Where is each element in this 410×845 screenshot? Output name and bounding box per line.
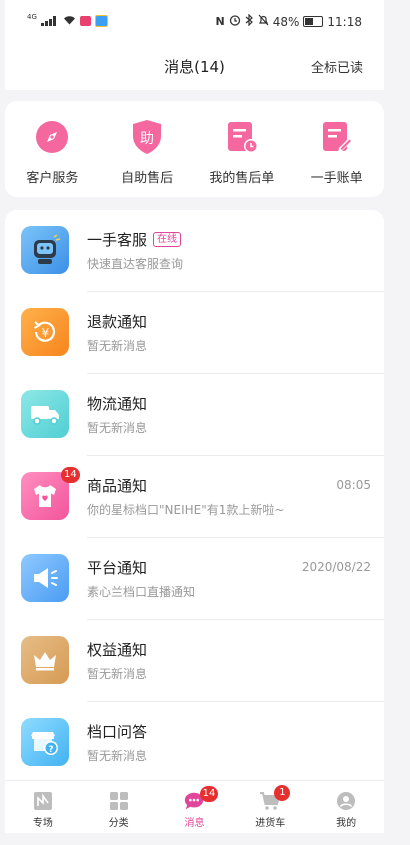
clock: 11:18 <box>327 14 362 29</box>
quick-entry-label: 我的售后单 <box>209 171 275 186</box>
battery-level: 48% <box>272 14 300 29</box>
tab-label: 消息 <box>184 818 205 829</box>
tab-cart[interactable]: 1 进货车 <box>232 781 308 833</box>
message-preview: 你的星标档口"NEIHE"有1款上新啦~ <box>87 503 285 517</box>
signal-icon <box>40 16 59 26</box>
message-title: 平台通知 <box>87 559 148 577</box>
message-title: 物流通知 <box>87 395 148 413</box>
status-bar: 4G N 48% 11:18 <box>5 0 384 40</box>
tab-messages[interactable]: 14 消息 <box>157 781 233 833</box>
cart-count-badge: 1 <box>274 785 291 801</box>
message-time: 2020/08/22 <box>301 560 371 574</box>
bluetooth-icon <box>245 13 254 29</box>
svg-text:助: 助 <box>140 131 154 147</box>
message-title: 商品通知 <box>87 477 148 495</box>
tab-label: 专场 <box>32 818 53 829</box>
message-title: 一手客服 <box>87 231 148 249</box>
message-preview: 暂无新消息 <box>87 749 148 763</box>
tab-profile[interactable]: 我的 <box>308 781 384 833</box>
message-preview: 暂无新消息 <box>87 421 148 435</box>
message-preview: 暂无新消息 <box>87 667 148 681</box>
tab-category[interactable]: 分类 <box>81 781 157 833</box>
message-item-qa[interactable]: ? 档口问答 暂无新消息 <box>5 702 384 780</box>
unread-count-badge: 14 <box>61 467 80 483</box>
tab-label: 进货车 <box>255 818 286 829</box>
svg-text:?: ? <box>48 745 53 755</box>
message-item-product[interactable]: 14 商品通知 08:05 你的星标档口"NEIHE"有1款上新啦~ <box>5 456 384 538</box>
tab-label: 分类 <box>108 818 129 829</box>
app-notification-icon <box>79 16 91 26</box>
quick-entries: 客户服务 助 自助售后 我的售后单 一手账单 <box>5 101 384 197</box>
battery-icon <box>303 16 324 27</box>
message-preview: 素心兰档口直播通知 <box>87 585 196 599</box>
mark-all-read-button[interactable]: 全标已读 <box>311 57 363 76</box>
quick-entry-label: 一手账单 <box>310 171 363 186</box>
qa-icon: ? <box>21 718 69 766</box>
self-service-icon: 助 <box>129 119 165 155</box>
message-time: 08:05 <box>336 478 371 492</box>
after-sales-order-icon <box>224 119 260 155</box>
crown-icon <box>21 636 69 684</box>
svg-text:¥: ¥ <box>42 326 50 340</box>
quick-entry-after-sales-order[interactable]: 我的售后单 <box>195 101 289 186</box>
tab-unread-badge: 14 <box>199 786 219 802</box>
profile-icon <box>335 791 357 811</box>
message-item-customer-service[interactable]: 一手客服 在线 快速直达客服查询 <box>5 210 384 292</box>
quick-entry-customer-service[interactable]: 客户服务 <box>5 101 99 186</box>
message-notification-icon <box>94 15 108 27</box>
online-status-badge: 在线 <box>153 232 182 247</box>
tab-special[interactable]: 专场 <box>5 781 81 833</box>
screen: 4G N 48% 11:18 消息(14) 全标已读 客户服务 助 自助售后 我… <box>5 0 384 845</box>
quick-entry-bill[interactable]: 一手账单 <box>290 101 384 186</box>
network-type: 4G <box>27 13 37 21</box>
message-item-benefits[interactable]: 权益通知 暂无新消息 <box>5 620 384 702</box>
page-header: 消息(14) 全标已读 <box>5 40 384 90</box>
quick-entry-label: 客户服务 <box>26 171 79 186</box>
quick-entry-label: 自助售后 <box>121 171 174 186</box>
category-icon <box>108 791 130 811</box>
compass-icon <box>34 119 70 155</box>
message-list: 一手客服 在线 快速直达客服查询 ¥ 退款通知 暂无新消息 物流通知 暂无新消息… <box>5 210 384 780</box>
bill-icon <box>319 119 355 155</box>
alarm-icon <box>229 14 241 29</box>
message-title: 退款通知 <box>87 313 148 331</box>
message-item-logistics[interactable]: 物流通知 暂无新消息 <box>5 374 384 456</box>
message-title: 档口问答 <box>87 723 148 741</box>
wifi-icon <box>63 14 76 28</box>
tab-label: 我的 <box>336 818 357 829</box>
mute-icon <box>258 14 269 29</box>
special-icon <box>32 791 54 811</box>
message-preview: 暂无新消息 <box>87 339 148 353</box>
message-title: 权益通知 <box>87 641 148 659</box>
nfc-icon: N <box>215 15 225 28</box>
truck-icon <box>21 390 69 438</box>
bottom-tab-bar: 专场 分类 14 消息 1 进货车 我的 <box>5 780 384 833</box>
quick-entry-self-service[interactable]: 助 自助售后 <box>100 101 194 186</box>
message-item-platform[interactable]: 平台通知 2020/08/22 素心兰档口直播通知 <box>5 538 384 620</box>
refund-icon: ¥ <box>21 308 69 356</box>
megaphone-icon <box>21 554 69 602</box>
message-preview: 快速直达客服查询 <box>87 257 184 271</box>
message-item-refund[interactable]: ¥ 退款通知 暂无新消息 <box>5 292 384 374</box>
customer-service-robot-icon <box>21 226 69 274</box>
